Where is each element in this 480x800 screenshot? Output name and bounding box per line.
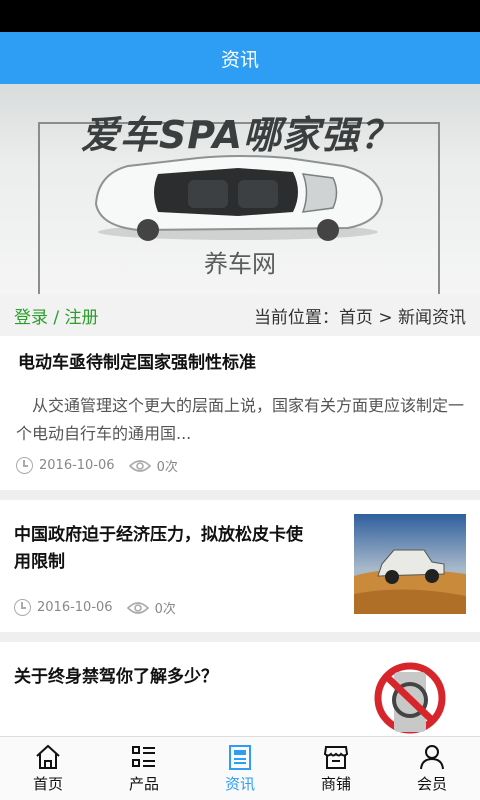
title-bar: 资讯 (0, 32, 480, 84)
home-icon (36, 744, 60, 769)
article-title: 关于终身禁驾你了解多少？ (14, 667, 218, 687)
register-link[interactable]: 注册 (65, 308, 99, 328)
banner[interactable]: 爱车SPA哪家强？ 养车网 (0, 84, 480, 294)
article-date: 2016-10-06 (39, 458, 115, 473)
auth-separator: / (48, 307, 65, 328)
login-link[interactable]: 登录 (14, 308, 48, 328)
article-item[interactable]: 电动车亟待制定国家强制性标准 从交通管理这个更大的层面上说，国家有关方面更应该制… (0, 336, 480, 490)
breadcrumb-arrow: > (372, 307, 398, 328)
current-location: 当前位置：首页 > 新闻资讯 (254, 303, 466, 328)
auth-links: 登录 / 注册 (14, 303, 99, 328)
user-icon (420, 745, 444, 770)
article-views: 0次 (156, 460, 178, 475)
tab-products[interactable]: 产品 (96, 737, 192, 800)
list-icon (132, 746, 155, 767)
article-meta: 2016-10-06 0次 (14, 598, 176, 617)
article-item[interactable]: 关于终身禁驾你了解多少？ (0, 642, 480, 742)
breadcrumb-current: 新闻资讯 (398, 307, 466, 328)
breadcrumb: 登录 / 注册 当前位置：首页 > 新闻资讯 (0, 294, 480, 336)
tab-news[interactable]: 资讯 (192, 737, 288, 800)
tab-label: 资讯 (224, 775, 255, 793)
tab-label: 首页 (32, 775, 63, 793)
article-views: 0次 (154, 602, 176, 617)
article-thumbnail (354, 514, 466, 614)
banner-caption: 养车网 (204, 250, 276, 278)
tab-member[interactable]: 会员 (384, 737, 480, 800)
breadcrumb-home-link[interactable]: 首页 (339, 308, 373, 328)
tab-home[interactable]: 首页 (0, 737, 96, 800)
article-date: 2016-10-06 (37, 600, 113, 615)
clock-icon (14, 599, 31, 616)
bottom-tab-bar: 首页 产品 资讯 商铺 会员 (0, 736, 480, 800)
article-item[interactable]: 中国政府迫于经济压力，拟放松皮卡使用限制 2016-10-06 0次 (0, 500, 480, 632)
location-prefix: 当前位置： (253, 307, 339, 328)
tab-label: 会员 (416, 775, 447, 793)
tab-label: 商铺 (320, 775, 351, 793)
eye-icon (126, 601, 149, 614)
car-image (94, 155, 384, 241)
tab-label: 产品 (128, 775, 159, 793)
eye-icon (128, 459, 151, 472)
clock-icon (16, 457, 33, 474)
tab-shops[interactable]: 商铺 (288, 737, 384, 800)
status-bar (0, 0, 480, 32)
article-title: 电动车亟待制定国家强制性标准 (18, 353, 256, 373)
article-meta: 2016-10-06 0次 (16, 456, 178, 475)
page-title: 资讯 (220, 48, 259, 71)
shop-icon (323, 746, 349, 769)
article-summary: 从交通管理这个更大的层面上说，国家有关方面更应该制定一个电动自行车的通用国... (16, 396, 465, 443)
article-thumbnail (374, 662, 446, 734)
article-title: 中国政府迫于经济压力，拟放松皮卡使用限制 (14, 525, 303, 572)
news-icon (229, 745, 251, 770)
